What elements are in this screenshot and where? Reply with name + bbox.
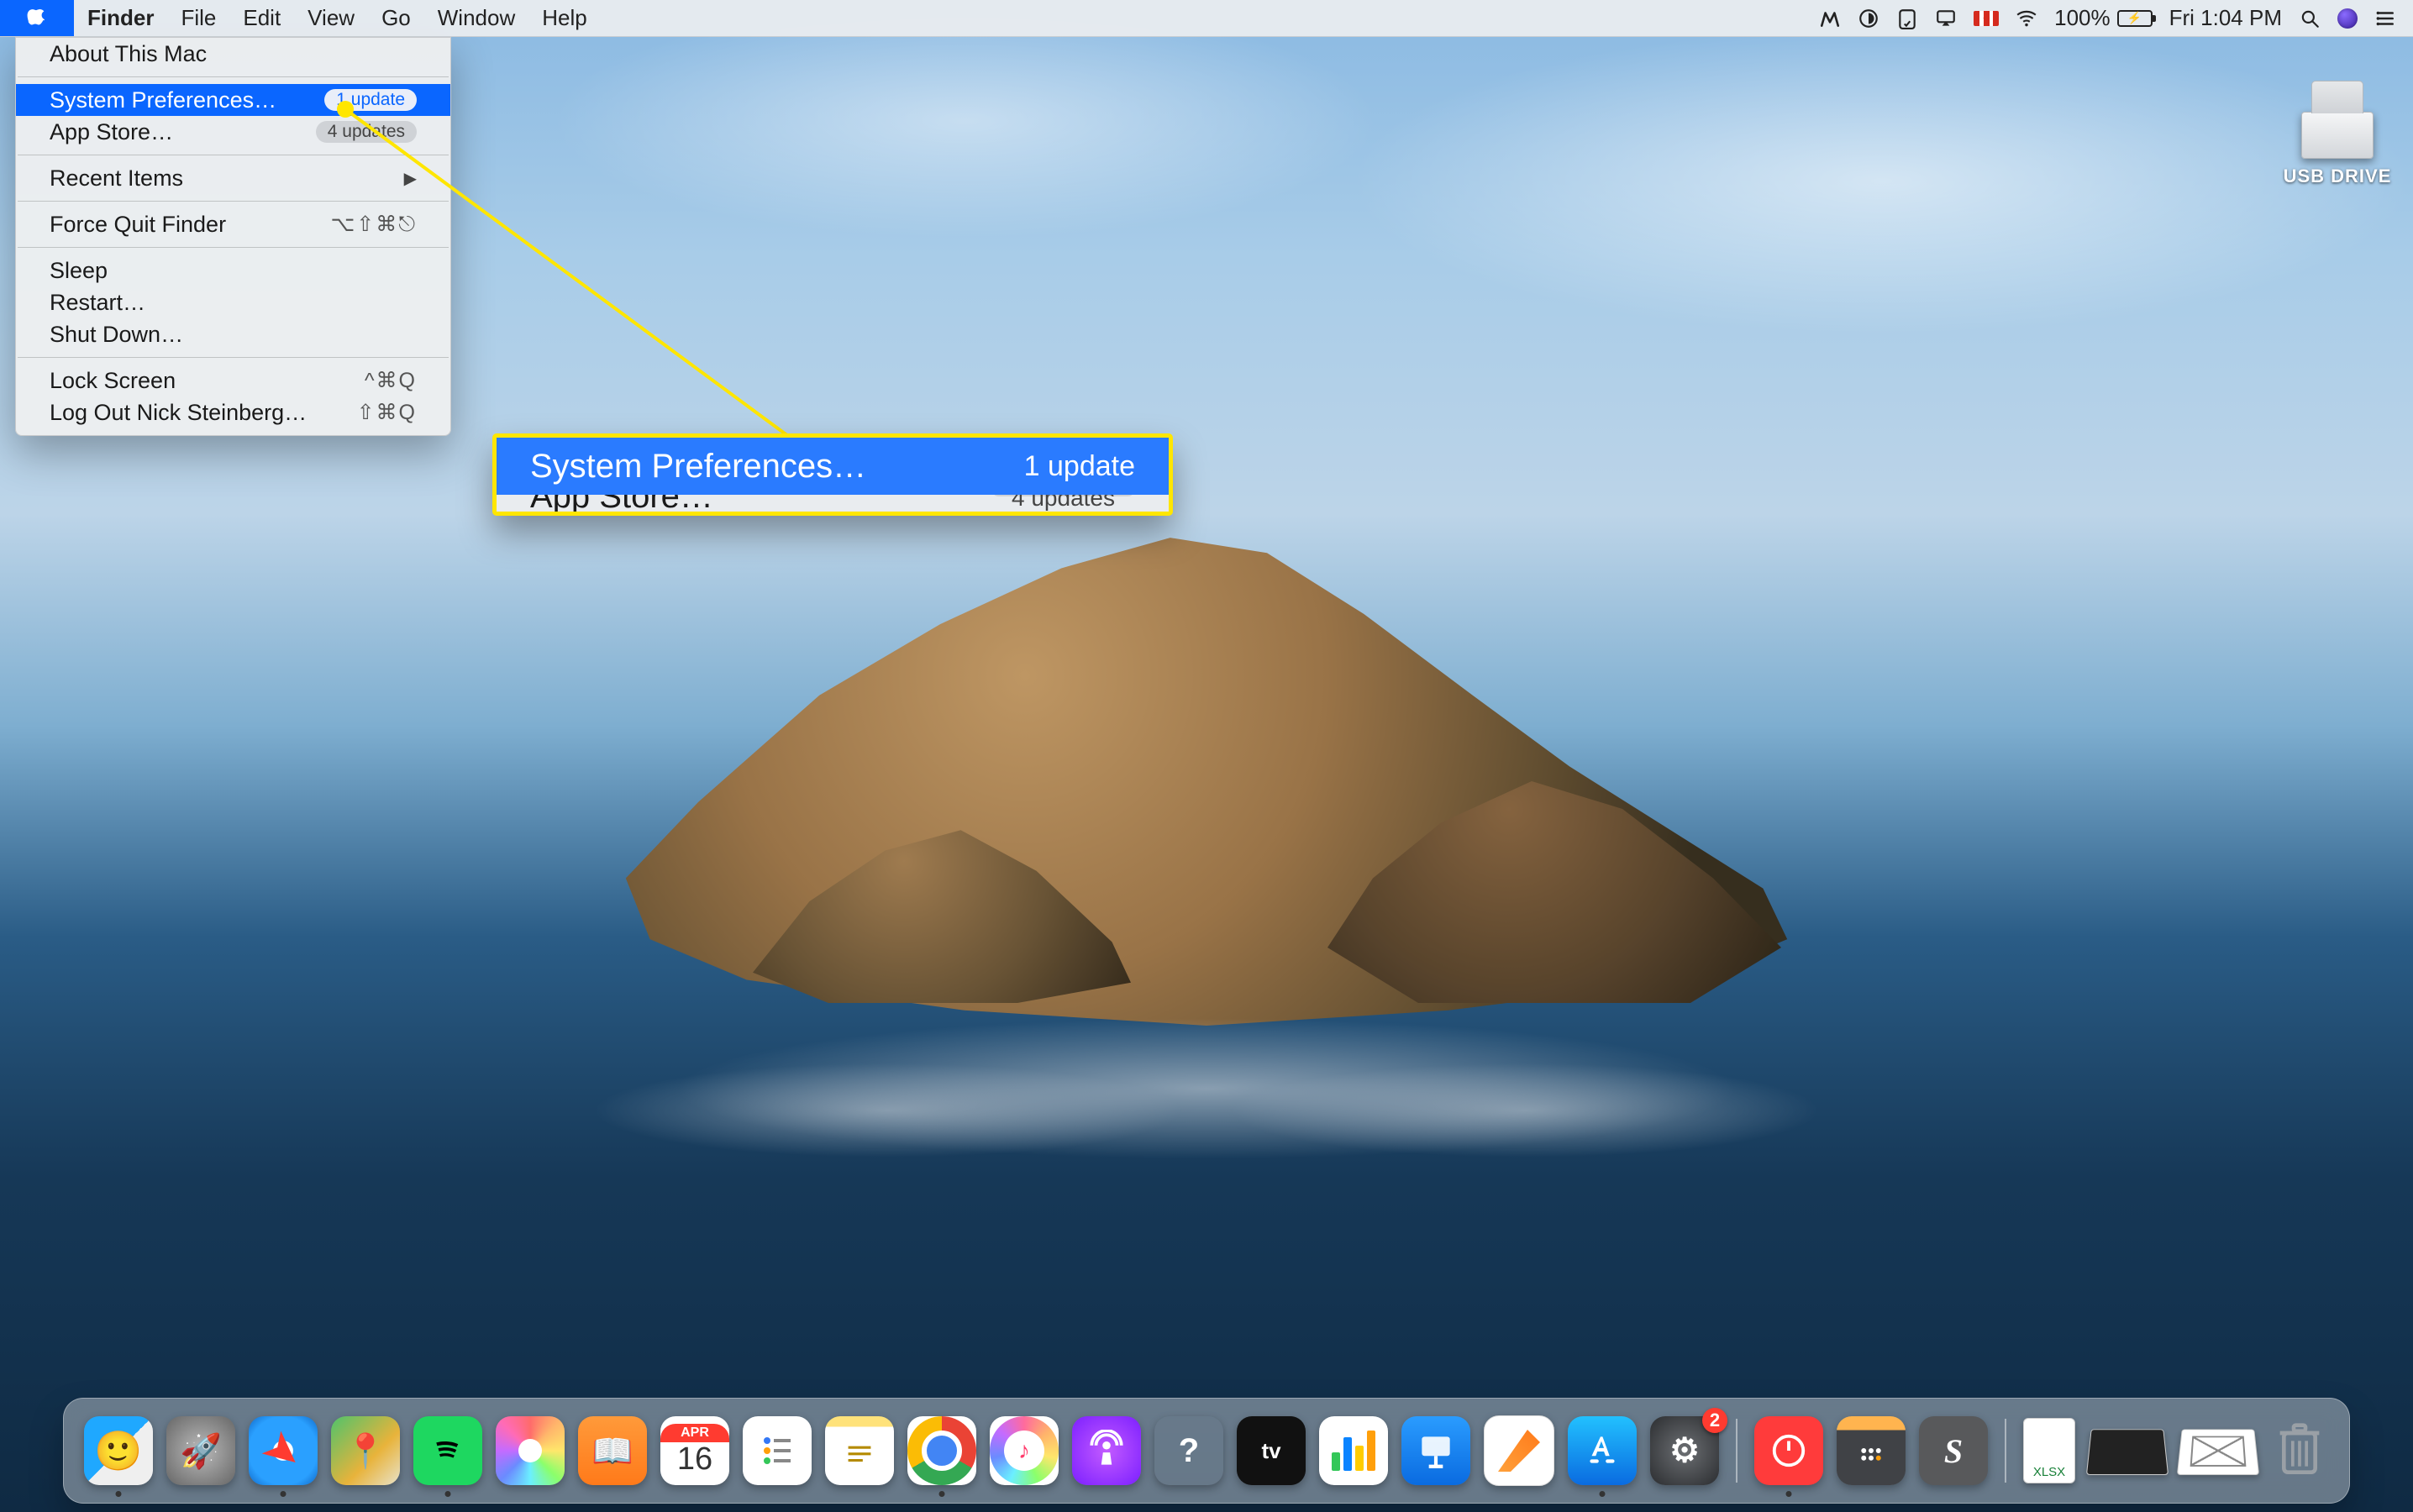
dock-keynote[interactable] bbox=[1401, 1416, 1470, 1485]
menuextra-battery[interactable]: 100% ⚡ bbox=[2046, 0, 2161, 36]
callout-label: System Preferences… bbox=[530, 448, 866, 486]
dock-separator bbox=[2005, 1419, 2006, 1483]
menuextra-malwarebytes-icon[interactable] bbox=[1811, 0, 1849, 36]
menuextra-clock[interactable]: Fri 1:04 PM bbox=[2161, 0, 2290, 36]
apple-menu-button[interactable] bbox=[0, 0, 74, 36]
menu-view[interactable]: View bbox=[294, 0, 368, 36]
menu-help[interactable]: Help bbox=[528, 0, 600, 36]
dock-stack-mail[interactable] bbox=[2177, 1429, 2259, 1475]
dock-calendar[interactable]: APR 16 bbox=[660, 1416, 729, 1485]
calendar-day-label: 16 bbox=[677, 1442, 712, 1478]
dock-appletv[interactable]: tv bbox=[1237, 1416, 1306, 1485]
apple-menu-dropdown: About This Mac System Preferences… 1 upd… bbox=[15, 37, 451, 436]
menuextra-avast-icon[interactable] bbox=[1849, 0, 1888, 36]
callout-peek-row: App Store… 4 updates bbox=[497, 495, 1169, 512]
update-badge: 4 updates bbox=[316, 121, 417, 143]
menuextra-input-flag[interactable]: ✦ bbox=[1965, 0, 2007, 36]
menuextra-notification-center-icon[interactable] bbox=[2366, 0, 2405, 36]
submenu-arrow-icon: ▶ bbox=[404, 168, 417, 189]
dock-podcasts[interactable] bbox=[1072, 1416, 1141, 1485]
menubar-app-name[interactable]: Finder bbox=[74, 0, 167, 36]
trash-icon bbox=[2275, 1421, 2324, 1480]
battery-icon: ⚡ bbox=[2117, 10, 2153, 27]
dock-photos[interactable] bbox=[496, 1416, 565, 1485]
menuextra-wifi-icon[interactable] bbox=[2007, 0, 2046, 36]
menuextra-spotlight-icon[interactable] bbox=[2290, 0, 2329, 36]
dock-recent-xlsx[interactable]: XLSX bbox=[2023, 1418, 2075, 1483]
wallpaper-foam bbox=[408, 979, 2005, 1198]
menu-system-preferences[interactable]: System Preferences… 1 update bbox=[16, 84, 450, 116]
menu-separator bbox=[18, 247, 449, 248]
menu-separator bbox=[18, 76, 449, 77]
dock-reminders[interactable] bbox=[743, 1416, 812, 1485]
dock-notes[interactable] bbox=[825, 1416, 894, 1485]
dock-trash[interactable] bbox=[2270, 1416, 2329, 1485]
menu-sleep[interactable]: Sleep bbox=[16, 255, 450, 286]
menu-shut-down[interactable]: Shut Down… bbox=[16, 318, 450, 350]
shortcut-label: ⇧⌘Q bbox=[357, 400, 417, 425]
dock-pages[interactable] bbox=[1484, 1415, 1554, 1486]
callout-system-preferences-row: System Preferences… 1 update bbox=[497, 438, 1169, 495]
apple-logo-icon bbox=[27, 8, 47, 29]
menu-force-quit[interactable]: Force Quit Finder ⌥⇧⌘⎋ bbox=[16, 208, 450, 240]
callout-badge: 1 update bbox=[1024, 450, 1135, 483]
menu-app-store[interactable]: App Store… 4 updates bbox=[16, 116, 450, 148]
dock-finder[interactable]: 🙂 bbox=[84, 1416, 153, 1485]
callout-zoom: System Preferences… 1 update App Store… … bbox=[492, 433, 1173, 516]
dock-script[interactable]: S bbox=[1919, 1416, 1988, 1485]
drive-label: USB DRIVE bbox=[2284, 165, 2392, 187]
siri-orb-icon bbox=[2337, 8, 2358, 29]
menu-separator bbox=[18, 357, 449, 358]
dock-safari[interactable]: ➤ bbox=[249, 1416, 318, 1485]
dock-launchpad[interactable]: 🚀 bbox=[166, 1416, 235, 1485]
dock-system-preferences[interactable]: ⚙ 2 bbox=[1650, 1416, 1719, 1485]
menu-go[interactable]: Go bbox=[368, 0, 424, 36]
calendar-month-label: APR bbox=[660, 1424, 729, 1442]
menu-edit[interactable]: Edit bbox=[229, 0, 294, 36]
menuextra-airplay-icon[interactable] bbox=[1927, 0, 1965, 36]
dock: 🙂 🚀 ➤ 📍 📖 APR 16 ? tv ⚙ 2 bbox=[63, 1398, 2350, 1504]
dock-chrome[interactable] bbox=[907, 1416, 976, 1485]
menu-log-out[interactable]: Log Out Nick Steinberg… ⇧⌘Q bbox=[16, 396, 450, 428]
menuextra-siri-icon[interactable] bbox=[2329, 0, 2366, 36]
dock-help[interactable]: ? bbox=[1154, 1416, 1223, 1485]
drive-icon bbox=[2294, 71, 2382, 159]
dock-appstore[interactable] bbox=[1568, 1416, 1637, 1485]
canada-flag-icon: ✦ bbox=[1974, 11, 1999, 26]
desktop-drive[interactable]: USB DRIVE bbox=[2279, 71, 2396, 187]
dock-separator bbox=[1736, 1419, 1737, 1483]
dock-numbers[interactable] bbox=[1319, 1416, 1388, 1485]
menu-file[interactable]: File bbox=[167, 0, 229, 36]
dock-maps[interactable]: 📍 bbox=[331, 1416, 400, 1485]
menu-separator bbox=[18, 201, 449, 202]
battery-percent-label: 100% bbox=[2054, 5, 2111, 31]
dock-books[interactable]: 📖 bbox=[578, 1416, 647, 1485]
menu-restart[interactable]: Restart… bbox=[16, 286, 450, 318]
menu-lock-screen[interactable]: Lock Screen ^⌘Q bbox=[16, 365, 450, 396]
dock-expressvpn[interactable] bbox=[1754, 1416, 1823, 1485]
gear-icon: ⚙ bbox=[1669, 1431, 1700, 1470]
dock-music[interactable] bbox=[990, 1416, 1059, 1485]
dock-badge: 2 bbox=[1702, 1408, 1727, 1433]
menubar: Finder File Edit View Go Window Help ✦ 1… bbox=[0, 0, 2413, 37]
shortcut-label: ^⌘Q bbox=[365, 368, 417, 393]
mail-icon bbox=[2190, 1436, 2247, 1467]
menuextra-screen-icon[interactable] bbox=[1888, 0, 1927, 36]
dock-calculator[interactable] bbox=[1837, 1416, 1906, 1485]
menu-recent-items[interactable]: Recent Items ▶ bbox=[16, 162, 450, 194]
menu-window[interactable]: Window bbox=[424, 0, 528, 36]
shortcut-label: ⌥⇧⌘⎋ bbox=[330, 212, 417, 237]
menu-about-this-mac[interactable]: About This Mac bbox=[16, 38, 450, 70]
dock-spotify[interactable] bbox=[413, 1416, 482, 1485]
dock-stack-1[interactable] bbox=[2086, 1429, 2169, 1475]
update-badge: 1 update bbox=[324, 89, 417, 111]
